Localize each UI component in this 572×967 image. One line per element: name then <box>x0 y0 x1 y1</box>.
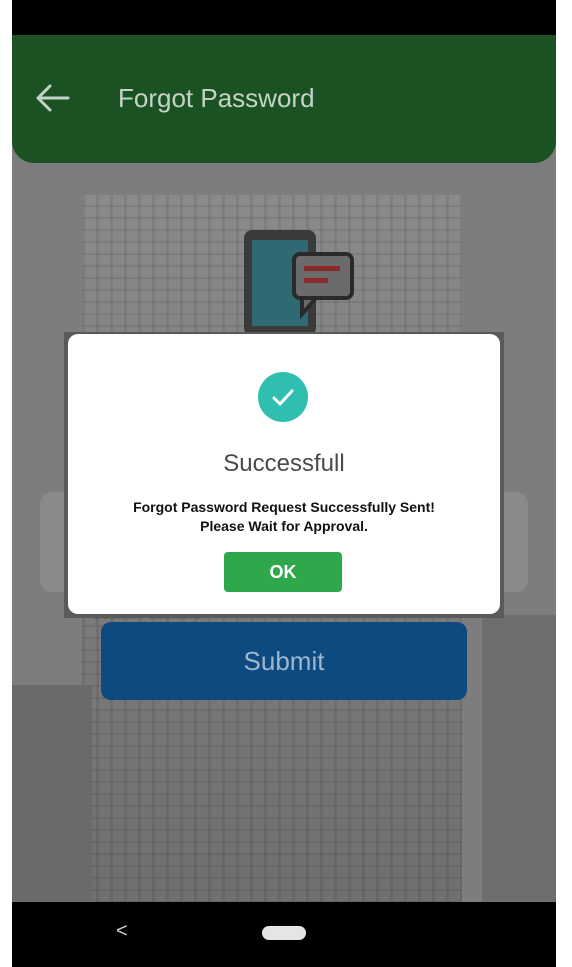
success-dialog: Successfull Forgot Password Request Succ… <box>68 334 500 614</box>
navigation-bar: < <box>12 902 556 967</box>
nav-home-icon[interactable] <box>262 926 306 940</box>
dialog-message-line2: Please Wait for Approval. <box>200 518 368 534</box>
dialog-title: Successfull <box>223 450 345 477</box>
dialog-message: Forgot Password Request Successfully Sen… <box>68 498 500 536</box>
page-title: Forgot Password <box>118 83 315 113</box>
app-bar: Forgot Password <box>12 35 556 163</box>
check-circle-icon <box>258 372 308 422</box>
building-left <box>12 685 92 902</box>
dialog-message-line1: Forgot Password Request Successfully Sen… <box>133 499 435 515</box>
status-bar <box>12 0 556 35</box>
submit-button[interactable]: Submit <box>101 622 467 700</box>
ok-button[interactable]: OK <box>224 552 342 592</box>
arrow-left-icon[interactable] <box>32 77 74 119</box>
nav-back-icon[interactable]: < <box>116 920 128 943</box>
phone-message-icon <box>244 230 354 336</box>
phone-screen: Forgot Password Submit Password Submit S… <box>12 0 556 967</box>
building-right <box>482 615 556 902</box>
